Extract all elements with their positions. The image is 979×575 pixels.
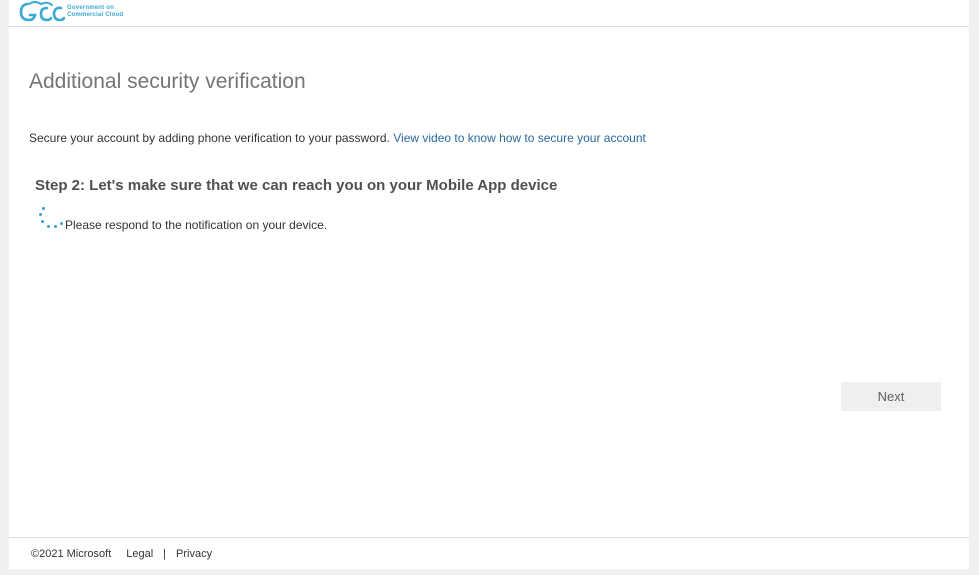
page: Government on Commercial Cloud Additiona… bbox=[9, 0, 969, 569]
gcc-logo-icon bbox=[19, 1, 65, 22]
loading-spinner-icon bbox=[36, 206, 64, 232]
logo-text: Government on Commercial Cloud bbox=[67, 5, 123, 19]
secure-account-video-link[interactable]: View video to know how to secure your ac… bbox=[393, 131, 646, 145]
intro-text: Secure your account by adding phone veri… bbox=[29, 131, 646, 145]
logo-text-line1: Government on bbox=[67, 5, 114, 11]
intro-description: Secure your account by adding phone veri… bbox=[29, 131, 390, 145]
footer: ©2021 Microsoft Legal | Privacy bbox=[9, 537, 969, 569]
status-text: Please respond to the notification on yo… bbox=[65, 218, 328, 232]
step-heading: Step 2: Let's make sure that we can reac… bbox=[35, 177, 558, 194]
next-button[interactable]: Next bbox=[841, 382, 941, 411]
footer-separator: | bbox=[163, 548, 167, 560]
logo-text-line2: Commercial Cloud bbox=[67, 12, 124, 18]
status-message: Please respond to the notification on yo… bbox=[36, 206, 327, 232]
page-title: Additional security verification bbox=[29, 70, 306, 93]
privacy-link[interactable]: Privacy bbox=[176, 548, 212, 560]
legal-link[interactable]: Legal bbox=[126, 548, 153, 560]
gcc-logo: Government on Commercial Cloud bbox=[19, 0, 149, 24]
copyright: ©2021 Microsoft bbox=[31, 548, 112, 560]
header: Government on Commercial Cloud bbox=[9, 0, 969, 27]
